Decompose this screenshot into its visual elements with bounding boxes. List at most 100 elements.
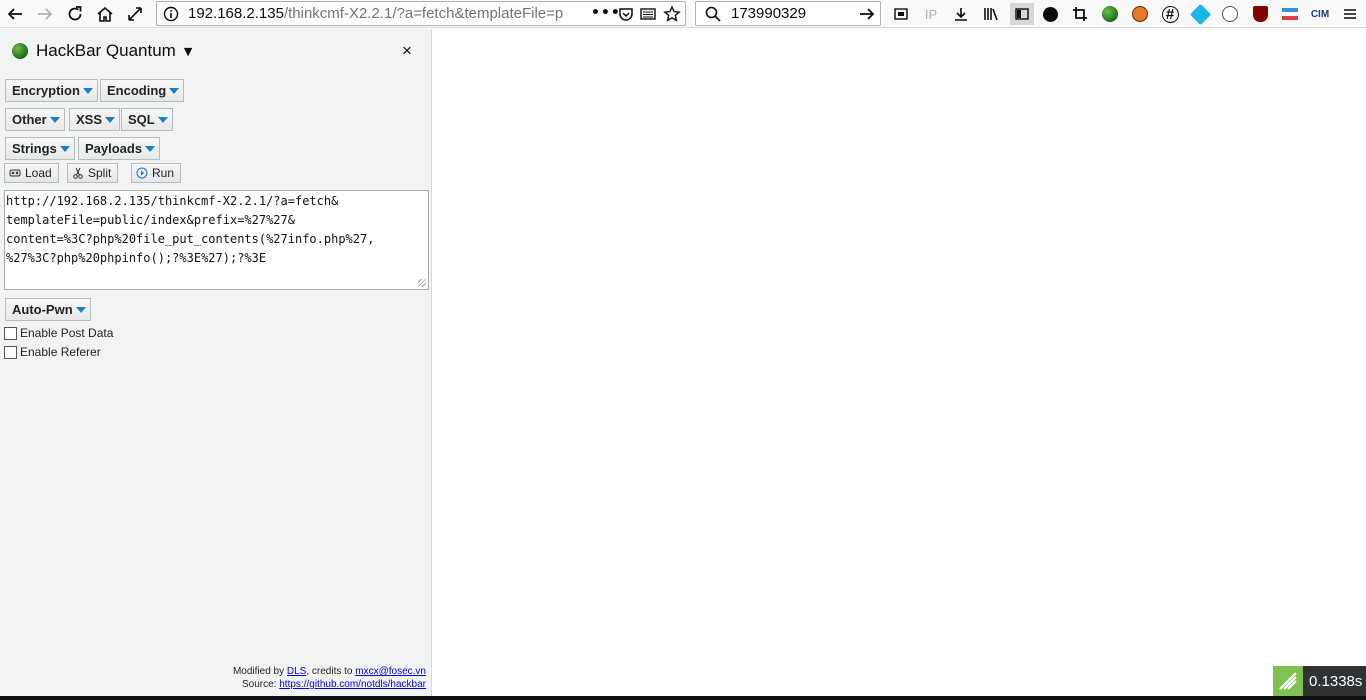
email-link[interactable]: mxcx@fosec.vn <box>355 666 426 677</box>
search-bar[interactable]: 173990329 <box>695 1 881 26</box>
footer-source: Source: https://github.com/notdls/hackba… <box>242 678 426 691</box>
ublock-icon <box>1252 6 1268 22</box>
cube-extension-button[interactable] <box>1189 3 1211 25</box>
close-sidebar-button[interactable]: × <box>402 41 412 61</box>
home-icon <box>97 6 113 22</box>
sidebar-title: HackBar Quantum <box>36 41 176 60</box>
enable-post-data-option[interactable]: Enable Post Data <box>4 326 113 340</box>
source-link[interactable]: https://github.com/notdls/hackbar <box>279 679 426 690</box>
cim-extension-button[interactable]: CIM <box>1310 4 1330 24</box>
crop-extension-button[interactable] <box>1070 4 1090 24</box>
hackbar-logo-icon <box>1102 6 1118 22</box>
sql-menu[interactable]: SQL <box>121 108 173 131</box>
account-button[interactable] <box>1040 4 1060 24</box>
encryption-menu[interactable]: Encryption <box>5 79 98 102</box>
strings-label: Strings <box>12 141 57 156</box>
xss-menu[interactable]: XSS <box>69 108 121 131</box>
dropdown-arrow-icon <box>59 146 70 152</box>
hackbar-sidebar: HackBar Quantum ▼ × Encryption Encoding … <box>0 29 432 700</box>
dropdown-arrow-icon <box>145 146 156 152</box>
enable-post-data-checkbox[interactable] <box>4 326 17 340</box>
search-input[interactable]: 173990329 <box>731 5 806 23</box>
scissors-icon <box>73 167 83 179</box>
source-text: Source: <box>242 679 277 690</box>
enable-referer-checkbox[interactable] <box>4 345 17 359</box>
hackbar-extension-button[interactable] <box>1100 4 1120 24</box>
sidebar-toggle-button[interactable] <box>1010 3 1034 25</box>
enable-referer-option[interactable]: Enable Referer <box>4 345 101 359</box>
load-icon <box>9 169 21 177</box>
url-textarea-value: http://192.168.2.135/thinkcmf-X2.2.1/?a=… <box>6 194 375 265</box>
overflow-menu-button[interactable] <box>1340 4 1360 24</box>
home-button[interactable] <box>94 3 116 25</box>
crop-icon <box>1073 7 1087 21</box>
hash-icon: # <box>1161 5 1179 23</box>
enable-post-data-label: Enable Post Data <box>20 326 114 340</box>
encryption-label: Encryption <box>12 83 80 98</box>
other-menu[interactable]: Other <box>5 108 65 131</box>
hash-extension-button[interactable]: # <box>1160 4 1180 24</box>
url-bar[interactable]: 192.168.2.135/thinkcmf-X2.2.1/?a=fetch&t… <box>156 1 686 26</box>
screenshot-button[interactable] <box>891 4 911 24</box>
strings-menu[interactable]: Strings <box>5 137 75 160</box>
basketball-icon <box>1132 6 1148 22</box>
timer-value: 0.1338s <box>1309 672 1363 690</box>
info-icon[interactable] <box>163 6 179 22</box>
reader-view-icon[interactable] <box>639 5 657 23</box>
library-button[interactable] <box>981 4 1001 24</box>
bookmark-star-icon[interactable] <box>663 5 681 23</box>
flag-extension-button[interactable] <box>1280 4 1300 24</box>
payloads-label: Payloads <box>85 141 143 156</box>
ip-extension-button[interactable]: IP <box>921 4 941 24</box>
expand-icon <box>128 7 142 21</box>
leaf-stripes-icon <box>1279 672 1297 690</box>
forward-button[interactable] <box>34 3 56 25</box>
run-button[interactable]: Run <box>131 163 182 183</box>
dls-link[interactable]: DLS <box>287 666 306 677</box>
url-textarea[interactable]: http://192.168.2.135/thinkcmf-X2.2.1/?a=… <box>4 190 429 290</box>
split-label: Split <box>88 166 112 180</box>
browser-toolbar: 192.168.2.135/thinkcmf-X2.2.1/?a=fetch&t… <box>0 0 1366 28</box>
reload-icon <box>68 6 82 21</box>
split-button[interactable]: Split <box>67 163 119 183</box>
dropdown-arrow-icon <box>82 88 93 94</box>
hamburger-icon <box>1344 9 1356 19</box>
fullscreen-button[interactable] <box>124 3 146 25</box>
load-label: Load <box>25 166 52 180</box>
modified-by-text: Modified by <box>232 666 285 677</box>
cube-icon <box>1189 3 1211 25</box>
load-button[interactable]: Load <box>4 163 59 183</box>
sql-label: SQL <box>128 112 155 127</box>
back-button[interactable] <box>4 3 26 25</box>
download-icon <box>955 8 967 21</box>
arrow-left-icon <box>7 8 22 20</box>
auto-pwn-menu[interactable]: Auto-Pwn <box>5 298 91 321</box>
payloads-menu[interactable]: Payloads <box>78 137 161 160</box>
ublock-extension-button[interactable] <box>1250 4 1270 24</box>
play-icon <box>136 167 148 179</box>
pocket-icon[interactable] <box>617 5 635 23</box>
cookie-extension-button[interactable] <box>1220 4 1240 24</box>
xss-label: XSS <box>76 112 103 127</box>
search-icon <box>705 6 721 22</box>
reload-button[interactable] <box>64 3 86 25</box>
search-go-icon[interactable] <box>858 5 876 23</box>
resize-handle[interactable] <box>418 279 426 287</box>
taskbar-edge <box>0 696 1366 700</box>
timer-logo-icon <box>1273 666 1303 696</box>
sidebar-icon <box>1015 8 1029 20</box>
encoding-menu[interactable]: Encoding <box>100 79 185 102</box>
cim-badge: CIM <box>1310 8 1330 20</box>
screenshot-icon <box>894 8 908 20</box>
sidebar-switcher[interactable]: HackBar Quantum ▼ <box>12 41 192 61</box>
dropdown-arrow-icon <box>169 88 180 94</box>
basketball-extension-button[interactable] <box>1130 4 1150 24</box>
hackbar-logo-icon <box>12 43 28 59</box>
dropdown-arrow-icon <box>49 117 60 123</box>
enable-referer-label: Enable Referer <box>20 345 101 359</box>
dropdown-arrow-icon <box>157 117 168 123</box>
downloads-button[interactable] <box>951 4 971 24</box>
url-text[interactable]: 192.168.2.135/thinkcmf-X2.2.1/?a=fetch&t… <box>188 5 588 23</box>
cookie-icon <box>1222 6 1238 22</box>
arrow-right-icon <box>38 8 53 20</box>
